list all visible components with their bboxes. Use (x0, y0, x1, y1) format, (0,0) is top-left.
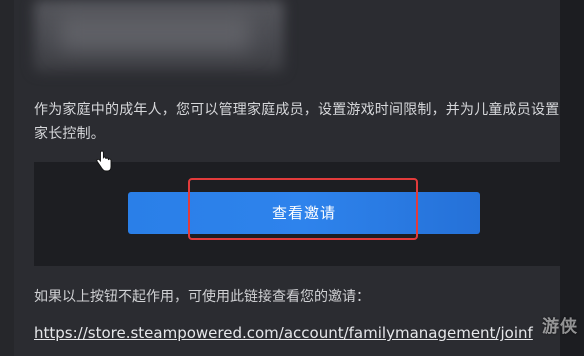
email-page: 作为家庭中的成年人，您可以管理家庭成员，设置游戏时间限制，并为儿童成员设置家长控… (0, 0, 584, 356)
hand-pointer-icon (96, 150, 112, 172)
blurred-header-detail (60, 14, 250, 50)
intro-text: 作为家庭中的成年人，您可以管理家庭成员，设置游戏时间限制，并为儿童成员设置家长控… (34, 102, 560, 142)
watermark-logo: 游侠 (542, 317, 578, 337)
view-invite-button[interactable]: 查看邀请 (128, 192, 480, 234)
left-gutter (0, 0, 14, 356)
fallback-text: 如果以上按钮不起作用，可使用此链接查看您的邀请： (34, 289, 370, 305)
invite-link[interactable]: https://store.steampowered.com/account/f… (34, 322, 533, 344)
right-gutter (560, 0, 584, 356)
